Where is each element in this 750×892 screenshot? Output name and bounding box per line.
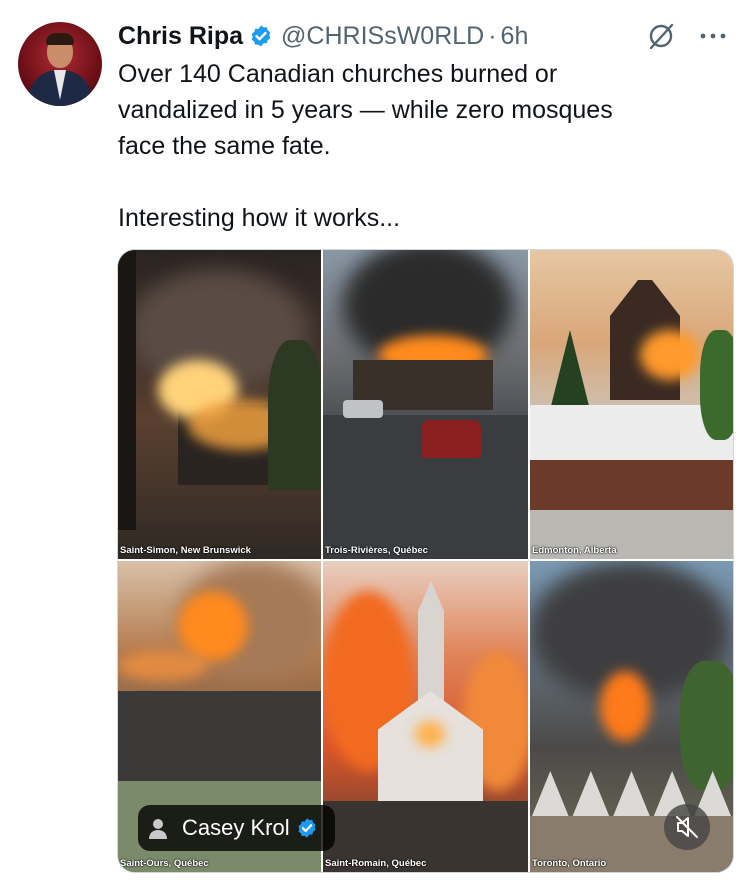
caption-saint-romain: Saint-Romain, Québec xyxy=(325,858,427,869)
avatar-hair xyxy=(46,33,74,45)
media-image-saint-romain[interactable]: Saint-Romain, Québec xyxy=(323,561,528,872)
separator-dot: · xyxy=(488,21,497,50)
more-icon[interactable] xyxy=(696,26,730,46)
caption-saint-ours: Saint-Ours, Québec xyxy=(120,858,209,869)
verified-badge-icon xyxy=(249,24,273,48)
post-time[interactable]: 6h xyxy=(501,22,529,51)
tagged-user-pill[interactable]: Casey Krol xyxy=(138,805,335,851)
tweet-header: Chris Ripa @CHRISsW0RLD · 6h xyxy=(118,18,528,54)
media-image-trois-rivieres[interactable]: Trois-Rivières, Québec xyxy=(323,250,528,559)
caption-trois-rivieres: Trois-Rivières, Québec xyxy=(325,545,428,556)
media-image-edmonton[interactable]: Edmonton, Alberta xyxy=(530,250,733,559)
tweet[interactable]: Chris Ripa @CHRISsW0RLD · 6h Over 140 Ca… xyxy=(0,0,750,892)
tweet-text: Over 140 Canadian churches burned or van… xyxy=(118,60,613,232)
caption-edmonton: Edmonton, Alberta xyxy=(532,545,617,556)
author-name[interactable]: Chris Ripa xyxy=(118,22,243,51)
media-grid[interactable]: Saint-Simon, New Brunswick Trois-Rivière… xyxy=(117,249,734,873)
volume-off-icon[interactable] xyxy=(664,804,710,850)
caption-toronto: Toronto, Ontario xyxy=(532,858,607,869)
grok-icon[interactable] xyxy=(646,21,676,51)
tagged-user-name: Casey Krol xyxy=(182,815,290,840)
media-image-saint-simon[interactable]: Saint-Simon, New Brunswick xyxy=(118,250,321,559)
caption-saint-simon: Saint-Simon, New Brunswick xyxy=(120,545,251,556)
person-icon xyxy=(148,817,168,839)
avatar[interactable] xyxy=(18,22,102,106)
verified-badge-icon xyxy=(296,817,318,839)
author-handle[interactable]: @CHRISsW0RLD xyxy=(281,22,484,51)
